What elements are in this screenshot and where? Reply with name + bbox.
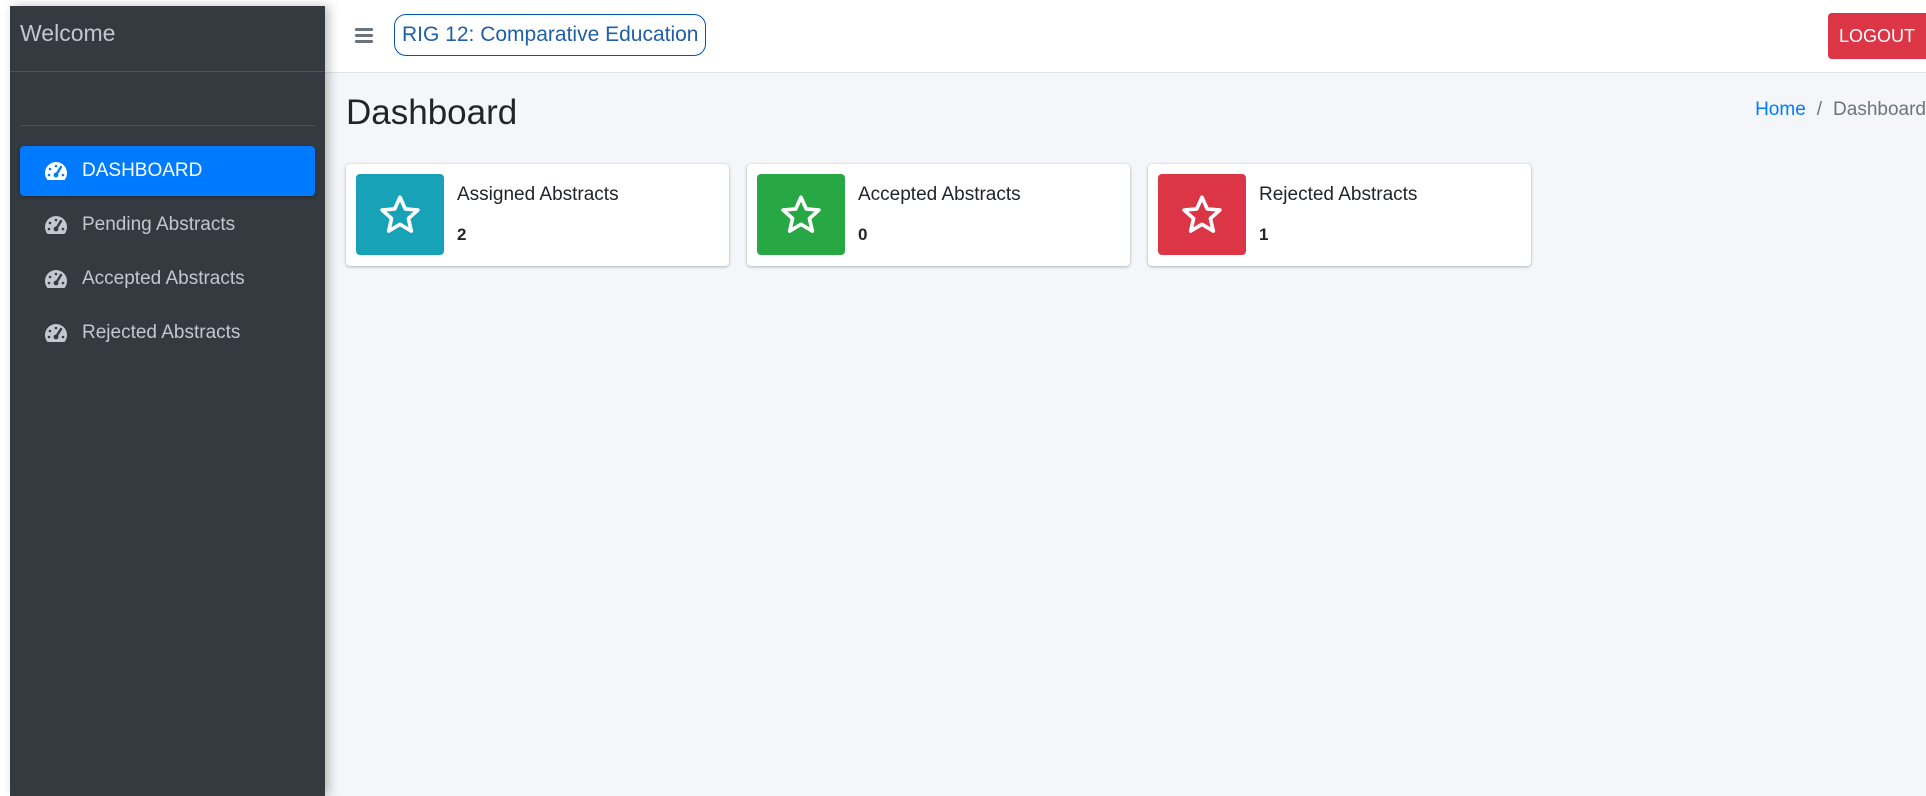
info-box-title: Accepted Abstracts (858, 184, 1021, 205)
sidebar: Welcome DASHBOARD Pending Abstracts Acce… (10, 6, 325, 796)
sidebar-item-rejected-abstracts[interactable]: Rejected Abstracts (20, 308, 315, 358)
breadcrumb: Home / Dashboard (1755, 99, 1926, 121)
hamburger-icon[interactable] (355, 28, 373, 44)
star-icon (1158, 174, 1246, 255)
star-icon (757, 174, 845, 255)
info-box-title: Rejected Abstracts (1259, 184, 1418, 205)
tachometer-icon (42, 213, 70, 237)
sidebar-item-label: Pending Abstracts (82, 214, 236, 235)
logout-button[interactable]: LOGOUT (1828, 13, 1926, 59)
breadcrumb-separator: / (1816, 99, 1823, 120)
sidebar-item-pending-abstracts[interactable]: Pending Abstracts (20, 200, 315, 250)
sidebar-item-label: DASHBOARD (82, 160, 203, 181)
tachometer-icon (42, 267, 70, 291)
sidebar-nav: DASHBOARD Pending Abstracts Accepted Abs… (10, 126, 325, 358)
tachometer-icon (42, 321, 70, 345)
brand-link[interactable]: Welcome (10, 6, 325, 72)
app-frame: Welcome DASHBOARD Pending Abstracts Acce… (10, 6, 1926, 796)
sidebar-item-dashboard[interactable]: DASHBOARD (20, 146, 315, 196)
info-box-value: 2 (457, 225, 467, 244)
rig-title-button[interactable]: RIG 12: Comparative Education (394, 14, 707, 56)
page-title: Dashboard (346, 93, 518, 132)
breadcrumb-home-link[interactable]: Home (1755, 99, 1806, 121)
tachometer-icon (42, 159, 70, 183)
info-box-value: 1 (1259, 225, 1269, 244)
breadcrumb-current: Dashboard (1833, 99, 1926, 120)
user-panel (20, 72, 315, 126)
info-box-value: 0 (858, 225, 868, 244)
info-box-title: Assigned Abstracts (457, 184, 619, 205)
sidebar-item-accepted-abstracts[interactable]: Accepted Abstracts (20, 254, 315, 304)
info-box-accepted-abstracts: Accepted Abstracts 0 (747, 164, 1130, 266)
top-navbar: RIG 12: Comparative Education LOGOUT (325, 6, 1926, 73)
brand-text: Welcome (20, 20, 116, 46)
sidebar-item-label: Rejected Abstracts (82, 322, 241, 343)
info-box-assigned-abstracts: Assigned Abstracts 2 (346, 164, 729, 266)
sidebar-item-label: Accepted Abstracts (82, 268, 245, 289)
star-icon (356, 174, 444, 255)
info-box-rejected-abstracts: Rejected Abstracts 1 (1148, 164, 1531, 266)
